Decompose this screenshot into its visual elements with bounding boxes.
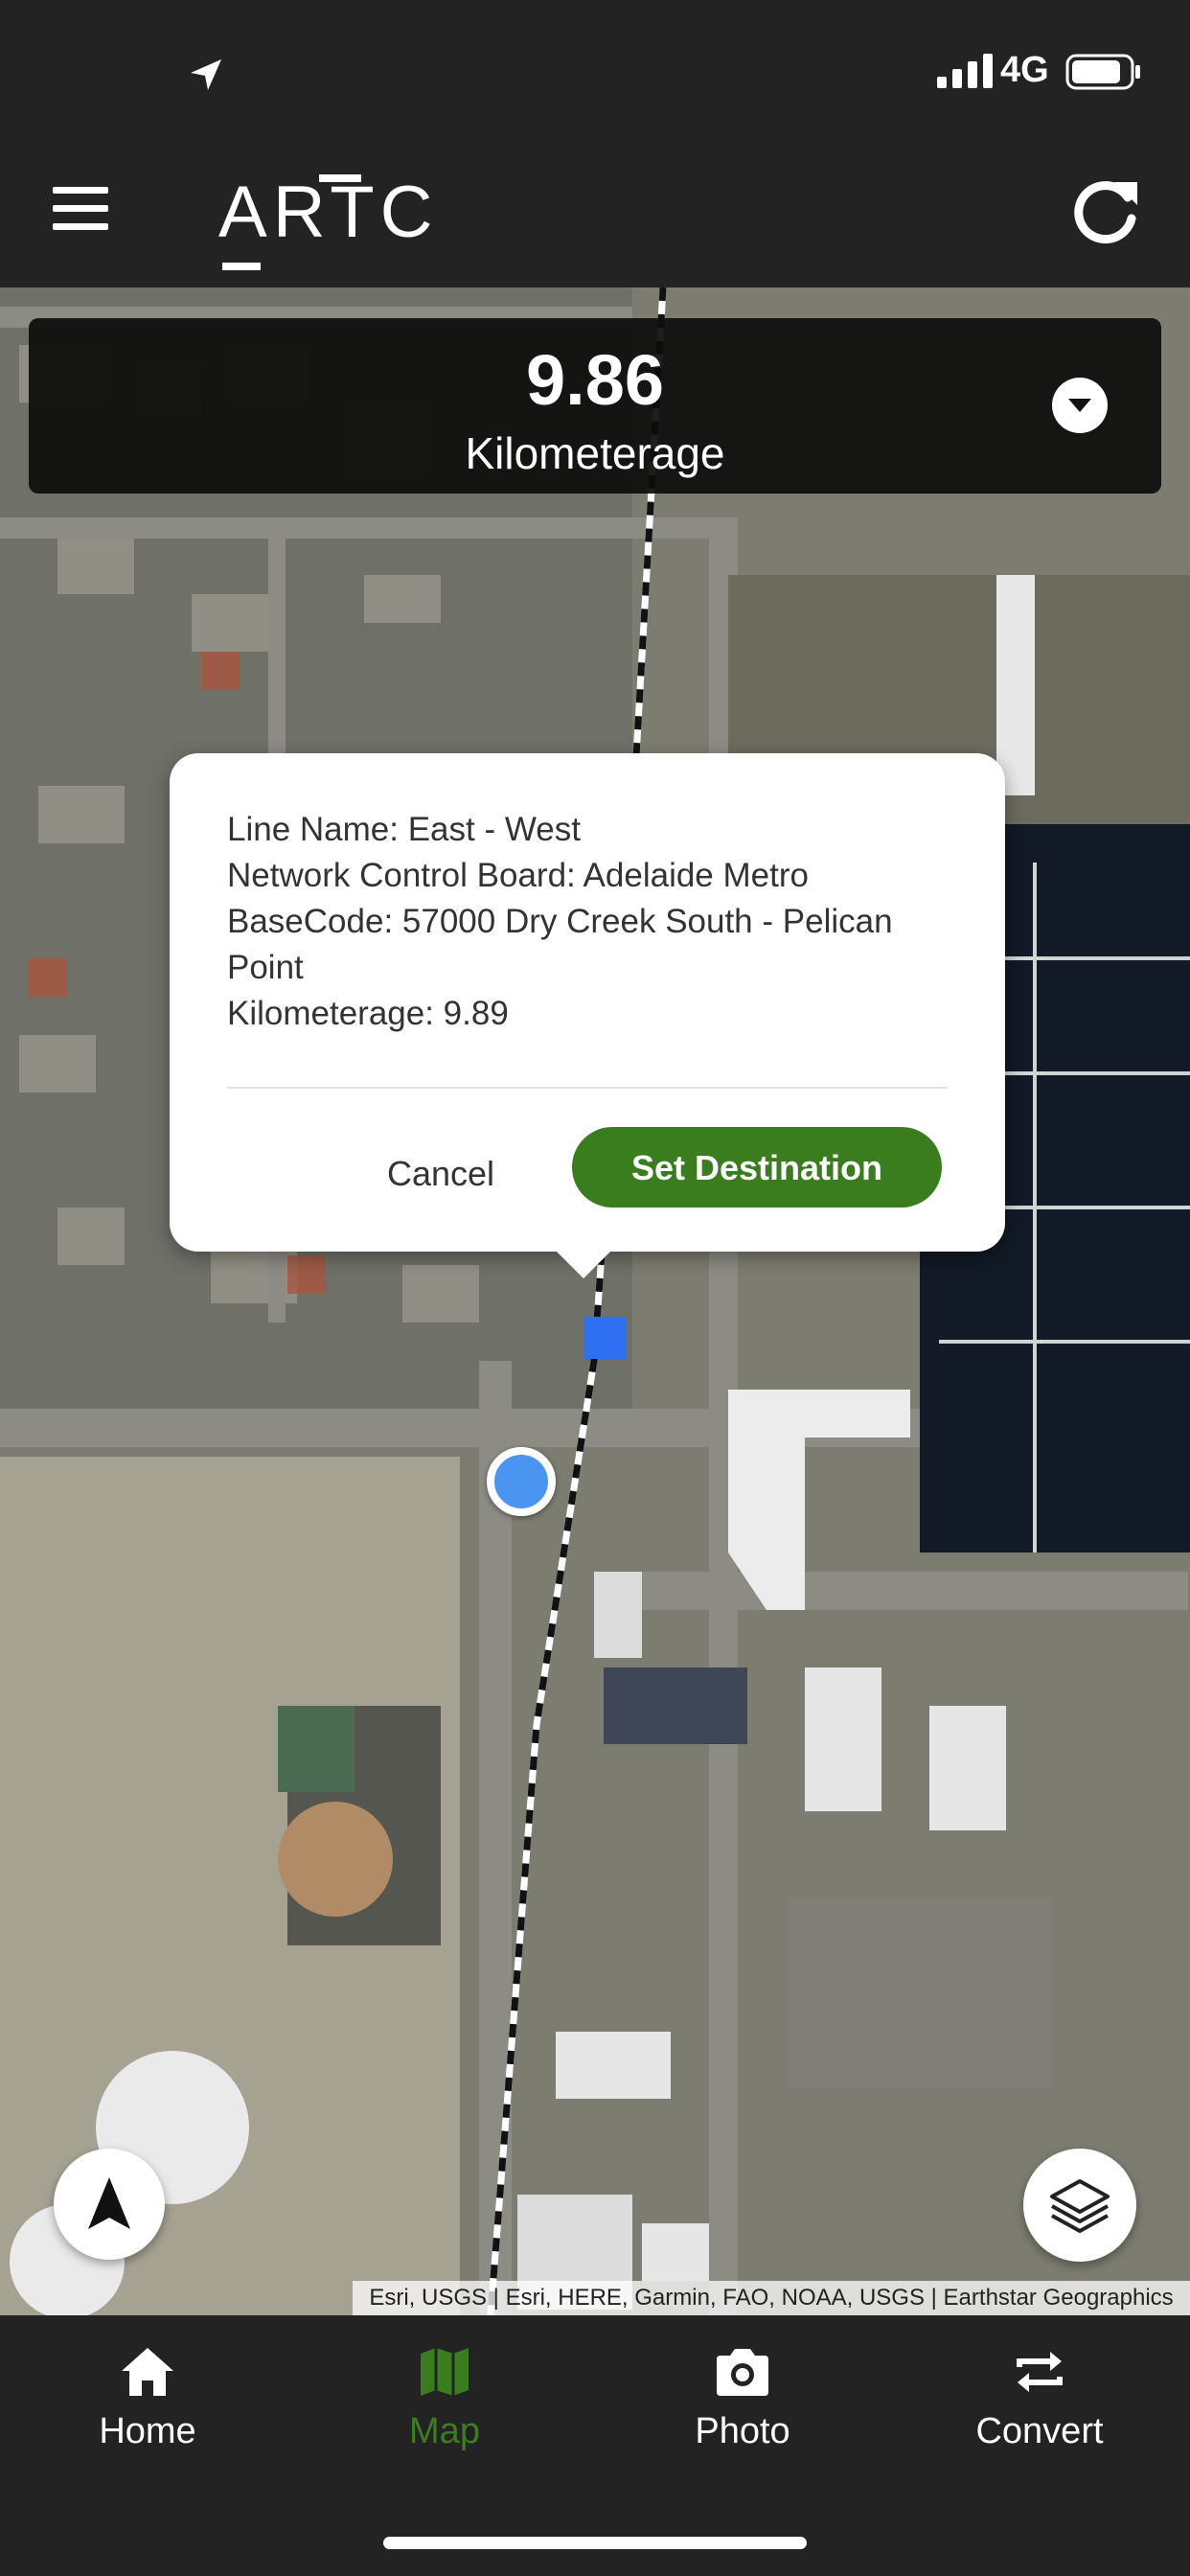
map-layers-button[interactable] <box>1023 2149 1136 2262</box>
logo-bar-bottom <box>222 263 261 270</box>
home-indicator <box>383 2537 807 2549</box>
status-bar: 4G <box>0 0 1190 144</box>
logo-text: ARTC <box>218 172 439 253</box>
app-header: ARTC <box>0 144 1190 288</box>
kilometerage-label: Kilometerage <box>465 428 725 478</box>
popup-details: Line Name: East - West Network Control B… <box>227 807 955 1037</box>
convert-icon <box>1017 2352 1063 2392</box>
popup-line-name: Line Name: East - West <box>227 811 581 848</box>
nav-photo-label: Photo <box>695 2411 790 2451</box>
cancel-button[interactable]: Cancel <box>369 1135 513 1211</box>
network-type: 4G <box>1000 50 1049 90</box>
nav-map-label: Map <box>409 2411 480 2451</box>
kilometerage-value: 9.86 <box>525 340 665 420</box>
layers-icon <box>1050 2179 1110 2233</box>
nav-home-label: Home <box>99 2411 196 2451</box>
nav-convert[interactable]: Convert <box>944 2342 1135 2452</box>
refresh-icon[interactable] <box>1068 172 1145 249</box>
navigation-arrow-icon <box>88 2177 130 2229</box>
home-icon <box>122 2348 173 2396</box>
popup-kilometerage: Kilometerage: 9.89 <box>227 995 509 1032</box>
artc-logo: ARTC <box>218 171 439 270</box>
set-destination-button[interactable]: Set Destination <box>572 1127 942 1208</box>
map-icon <box>421 2348 469 2396</box>
destination-marker[interactable] <box>584 1317 627 1359</box>
chevron-down-icon[interactable] <box>1052 378 1108 433</box>
logo-bar-top <box>319 174 361 182</box>
signal-icon <box>937 54 993 88</box>
nav-home[interactable]: Home <box>52 2342 243 2452</box>
map-imagery <box>0 288 1190 2315</box>
kilometerage-panel: 9.86 Kilometerage <box>29 318 1161 494</box>
nav-convert-label: Convert <box>975 2411 1104 2451</box>
location-arrow-icon <box>191 59 221 90</box>
nav-photo[interactable]: Photo <box>647 2342 838 2452</box>
map-attribution: Esri, USGS | Esri, HERE, Garmin, FAO, NO… <box>353 2281 1190 2315</box>
popup-divider <box>227 1087 948 1089</box>
popup-basecode: BaseCode: 57000 Dry Creek South - Pelica… <box>227 903 893 986</box>
navigation-button[interactable] <box>54 2149 165 2260</box>
camera-icon <box>717 2349 768 2396</box>
hamburger-menu-icon[interactable] <box>53 187 108 231</box>
user-location-dot <box>487 1447 556 1516</box>
location-info-popup: Line Name: East - West Network Control B… <box>170 753 1005 1278</box>
battery-icon <box>1065 54 1140 90</box>
nav-map[interactable]: Map <box>349 2342 540 2452</box>
satellite-map[interactable]: 9.86 Kilometerage Line Name: East - West… <box>0 288 1190 2315</box>
popup-network-control-board: Network Control Board: Adelaide Metro <box>227 857 809 894</box>
